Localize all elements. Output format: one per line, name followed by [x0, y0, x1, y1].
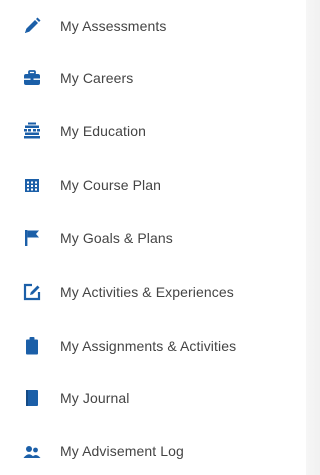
menu-item-my-advisement-log[interactable]: My Advisement Log [0, 431, 306, 471]
side-menu: My Assessments My Careers My Education M… [0, 0, 306, 475]
menu-item-label: My Assignments & Activities [60, 338, 237, 354]
menu-item-label: My Education [60, 123, 147, 139]
edit-square-icon [20, 280, 44, 304]
menu-item-my-assignments-activities[interactable]: My Assignments & Activities [0, 326, 306, 366]
menu-item-label: My Goals & Plans [60, 230, 173, 246]
book-icon [20, 386, 44, 410]
menu-item-my-education[interactable]: My Education [0, 111, 306, 151]
flag-icon [20, 226, 44, 250]
menu-item-label: My Course Plan [60, 177, 161, 193]
menu-item-my-activities-experiences[interactable]: My Activities & Experiences [0, 272, 306, 312]
panel-edge-shade [306, 0, 320, 475]
menu-item-label: My Careers [60, 70, 134, 86]
menu-item-my-goals-plans[interactable]: My Goals & Plans [0, 218, 306, 258]
users-icon [20, 439, 44, 463]
calendar-grid-icon [20, 173, 44, 197]
menu-item-my-journal[interactable]: My Journal [0, 378, 306, 418]
menu-item-label: My Assessments [60, 18, 167, 34]
menu-item-label: My Activities & Experiences [60, 284, 234, 300]
menu-item-label: My Journal [60, 390, 130, 406]
menu-item-label: My Advisement Log [60, 443, 184, 459]
side-menu-panel: My Assessments My Careers My Education M… [0, 0, 320, 475]
menu-item-my-careers[interactable]: My Careers [0, 58, 306, 98]
menu-item-my-course-plan[interactable]: My Course Plan [0, 165, 306, 205]
clipboard-icon [20, 334, 44, 358]
pencil-icon [20, 14, 44, 38]
building-icon [20, 119, 44, 143]
menu-item-my-assessments[interactable]: My Assessments [0, 6, 306, 46]
briefcase-icon [20, 66, 44, 90]
